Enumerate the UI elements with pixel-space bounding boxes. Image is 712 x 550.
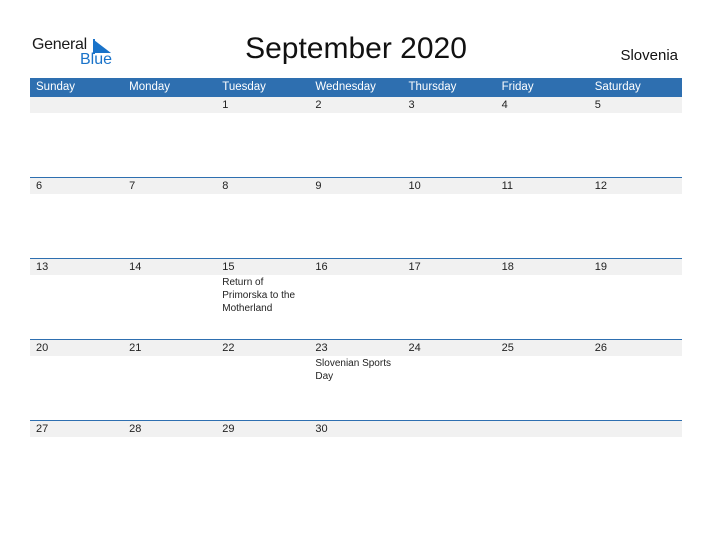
day-cell [30,437,123,438]
holiday-event: Slovenian Sports Day [315,358,391,382]
day-number: 21 [129,342,142,354]
day-number: 7 [129,180,136,192]
date-row: 27 28 29 30 [30,421,682,437]
week-row: 27 28 29 30 [30,420,682,438]
day-cell [309,194,402,195]
day-number: 11 [501,180,514,192]
day-number: 28 [129,423,142,435]
country-label: Slovenia [620,47,678,64]
day-number: 10 [408,180,421,192]
day-cell [30,275,123,315]
weekday-sunday: Sunday [36,81,76,93]
day-number: 29 [222,423,235,435]
date-row: 1 2 3 4 5 [30,97,682,113]
day-cell [30,113,123,114]
date-row: 13 14 15 16 17 18 19 [30,259,682,275]
day-number: 1 [222,99,229,111]
day-cell [216,437,309,438]
day-number: 14 [129,261,142,273]
day-cell [589,194,682,195]
day-number [30,97,123,113]
day-cell [30,356,123,383]
day-cell [309,113,402,114]
day-number: 13 [36,261,49,273]
day-number: 4 [501,99,508,111]
date-row: 6 7 8 9 10 11 12 [30,178,682,194]
day-number: 26 [594,342,607,354]
day-cell [123,113,216,114]
day-number: 22 [222,342,235,354]
weekday-wednesday: Wednesday [315,81,376,93]
day-number: 2 [315,99,322,111]
day-cell [216,356,309,383]
week-row: 6 7 8 9 10 11 12 [30,177,682,195]
day-cell [589,356,682,383]
events-row [30,194,682,195]
day-number: 8 [222,180,229,192]
day-cell [30,194,123,195]
events-row: Return of Primorska to the Motherland [30,275,682,315]
day-cell [309,437,402,438]
day-number: 23 [315,342,328,354]
day-cell [403,194,496,195]
day-cell [309,275,402,315]
date-row: 20 21 22 23 24 25 26 [30,340,682,356]
day-number: 19 [594,261,607,273]
day-number [589,421,682,437]
week-row: 1 2 3 4 5 [30,97,682,114]
day-number: 30 [315,423,328,435]
day-number: 20 [36,342,49,354]
day-number [123,97,216,113]
day-number: 25 [501,342,514,354]
day-cell [496,437,589,438]
day-number [403,421,496,437]
day-number: 6 [36,180,43,192]
weekday-tuesday: Tuesday [222,81,266,93]
day-number: 17 [408,261,421,273]
day-cell [403,113,496,114]
day-cell [123,275,216,315]
day-number: 16 [315,261,328,273]
day-number: 3 [408,99,415,111]
day-cell [589,113,682,114]
day-cell [403,356,496,383]
week-row: 13 14 15 16 17 18 19 Return of Primorska to the… [30,258,682,315]
week-row: 20 21 22 23 24 25 26 Slovenian Sports Day [30,339,682,383]
calendar-title: September 2020 [245,32,467,65]
weekday-header: Sunday Monday Tuesday Wednesday Thursday… [30,78,682,97]
day-cell [496,113,589,114]
day-number [496,421,589,437]
day-cell [123,437,216,438]
day-number: 27 [36,423,49,435]
day-cell [496,356,589,383]
day-cell [403,275,496,315]
day-cell [216,113,309,114]
weekday-saturday: Saturday [594,81,641,93]
day-cell [123,356,216,383]
day-number: 15 [222,261,235,273]
events-row [30,437,682,438]
day-number: 12 [594,180,607,192]
events-row [30,113,682,114]
day-number: 5 [594,99,601,111]
weekday-monday: Monday [129,81,171,93]
day-cell [496,275,589,315]
weekday-thursday: Thursday [408,81,457,93]
day-cell [496,194,589,195]
events-row: Slovenian Sports Day [30,356,682,383]
day-cell [403,437,496,438]
day-cell [589,437,682,438]
day-number: 18 [501,261,514,273]
day-number: 9 [315,180,322,192]
day-number: 24 [408,342,421,354]
day-cell [589,275,682,315]
weekday-friday: Friday [501,81,534,93]
day-cell [123,194,216,195]
day-cell [216,194,309,195]
holiday-event: Return of Primorska to the Motherland [222,277,296,314]
